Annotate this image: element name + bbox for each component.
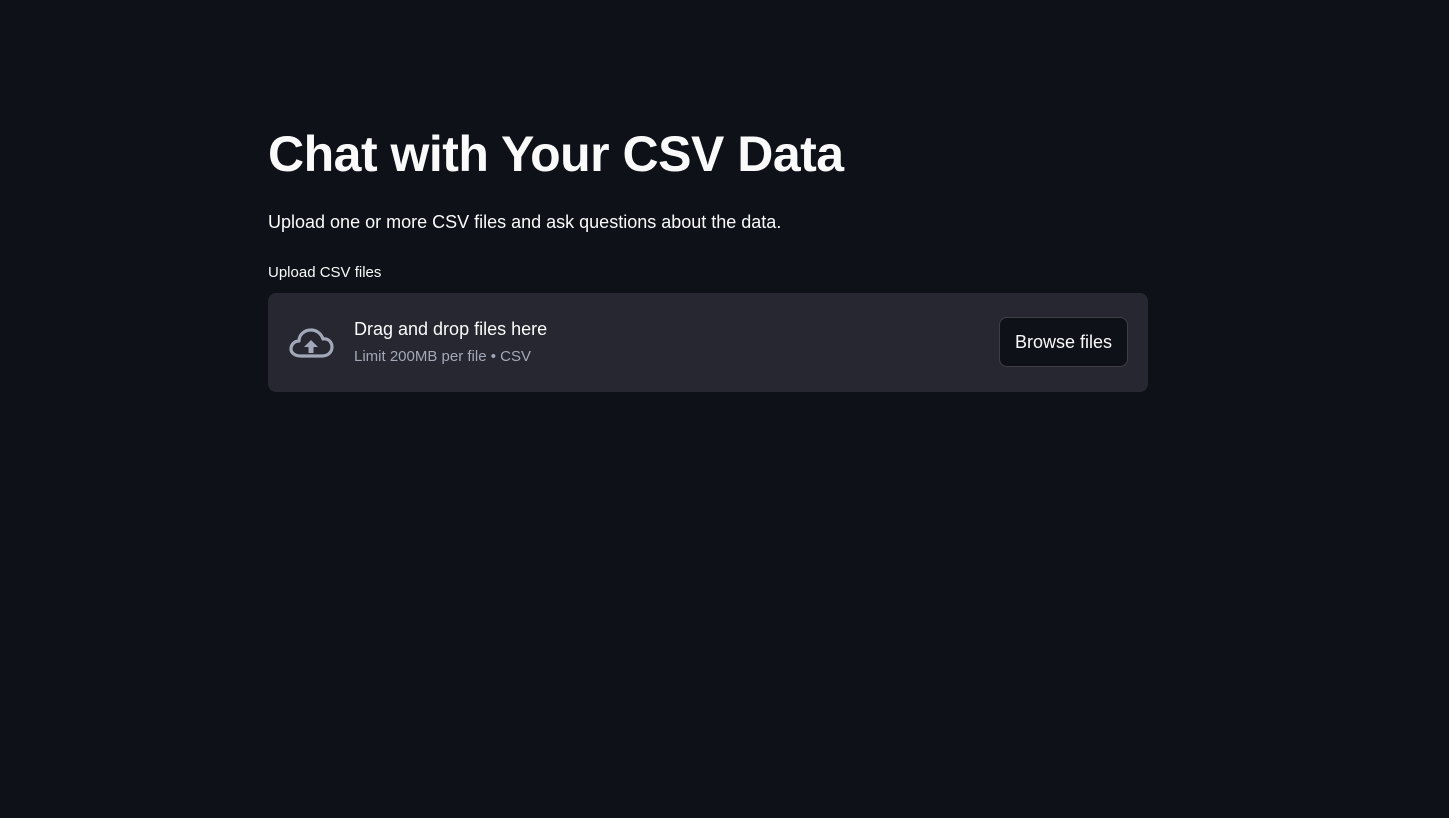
file-uploader-label: Upload CSV files [268, 264, 382, 281]
cloud-upload-icon [289, 328, 334, 358]
dropzone-instructions: Drag and drop files here Limit 200MB per… [354, 316, 547, 367]
page-description: Upload one or more CSV files and ask que… [268, 212, 782, 232]
page-title: Chat with Your CSV Data [268, 126, 844, 182]
browse-files-button[interactable]: Browse files [998, 317, 1128, 367]
file-dropzone[interactable]: Drag and drop files here Limit 200MB per… [268, 293, 1148, 392]
dropzone-title: Drag and drop files here [354, 319, 548, 339]
file-limit-hint: Limit 200MB per file • CSV [354, 348, 531, 365]
